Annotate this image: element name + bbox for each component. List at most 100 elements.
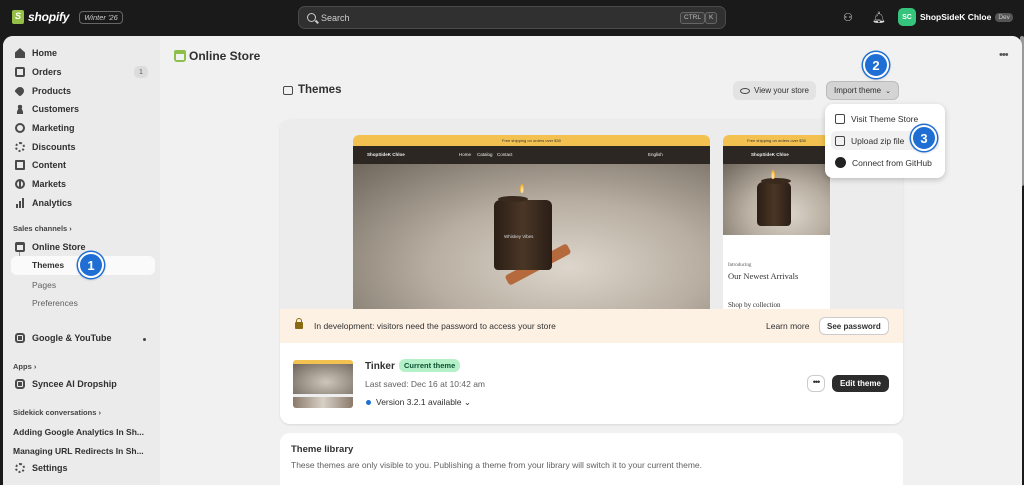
sidebar-subitem-pages[interactable]: Pages: [32, 280, 56, 290]
account-menu[interactable]: SC ShopSideK Chloe Dev: [898, 8, 1013, 26]
sidebar-item-google-youtube[interactable]: Google & YouTube: [15, 333, 112, 343]
view-store-label: View your store: [754, 86, 809, 95]
tag-icon: [14, 85, 26, 97]
step-marker-2: 2: [863, 52, 889, 78]
learn-more-link[interactable]: Learn more: [766, 321, 809, 331]
sidebar-item-label: Analytics: [32, 198, 73, 208]
account-name: ShopSideK Chloe: [920, 12, 992, 22]
person-icon: [15, 104, 25, 114]
shortcut-ctrl-key: CTRL: [680, 12, 705, 24]
sidebar-item-products[interactable]: Products: [14, 85, 71, 97]
shopify-logo[interactable]: shopify Winter '26: [12, 10, 123, 24]
sidekick-icon[interactable]: ⚇: [843, 11, 853, 24]
chart-icon: [15, 198, 25, 208]
theme-actions-button[interactable]: •••: [807, 375, 825, 392]
sidebar-item-label: Customers: [32, 104, 80, 114]
candle-flame: [520, 184, 524, 193]
theme-name: Tinker: [365, 361, 395, 372]
site-nav-link: Catalog: [477, 152, 493, 157]
shortcut-k-key: K: [705, 12, 718, 24]
section-heading-text: Sidekick conversations: [13, 408, 97, 417]
sidebar-item-online-store[interactable]: Online Store: [15, 242, 86, 252]
lock-icon: [295, 318, 303, 329]
sidebar-subitem-label: Themes: [32, 260, 65, 270]
hero-image: [723, 164, 830, 235]
sidebar-item-orders[interactable]: Orders: [15, 67, 62, 77]
sidebar-item-label: Markets: [32, 179, 67, 189]
shopify-bag-icon: [12, 10, 24, 24]
target-icon: [15, 123, 25, 133]
current-theme-card: Free shipping on orders over $30 ShopSid…: [280, 119, 903, 424]
sidekick-heading[interactable]: Sidekick conversations ›: [13, 408, 101, 417]
import-theme-button[interactable]: Import theme ⌄: [826, 81, 900, 100]
more-actions-icon[interactable]: •••: [999, 49, 1009, 61]
edit-theme-button[interactable]: Edit theme: [832, 375, 889, 392]
announcement-bar: Free shipping on orders over $30: [353, 135, 710, 146]
themes-icon: [283, 85, 293, 95]
main-content: Online Store ••• Themes View your store …: [160, 36, 1022, 485]
announcement-bar: Free shipping on orders over $30: [723, 135, 830, 146]
bell-icon[interactable]: 🔔︎: [872, 11, 886, 24]
desktop-preview: Free shipping on orders over $30 ShopSid…: [353, 135, 710, 311]
site-name: ShopSideK Chloe: [367, 152, 405, 157]
mobile-preview: Free shipping on orders over $30 ShopSid…: [723, 135, 830, 311]
sidebar-item-label: Google & YouTube: [32, 333, 112, 343]
search-icon: [307, 13, 316, 22]
sidebar-item-discounts[interactable]: Discounts: [15, 142, 76, 152]
sidebar-item-label: Online Store: [32, 242, 86, 252]
theme-preview[interactable]: Free shipping on orders over $30 ShopSid…: [280, 119, 903, 311]
edition-badge: Winter '26: [79, 10, 123, 24]
theme-library-description: These themes are only visible to you. Pu…: [291, 460, 703, 470]
gear-icon: [15, 463, 25, 473]
search-placeholder: Search: [321, 13, 350, 23]
see-password-button[interactable]: See password: [819, 317, 889, 335]
menu-item-label: Upload zip file: [851, 135, 905, 146]
view-store-button[interactable]: View your store: [733, 81, 816, 100]
sidebar-item-home[interactable]: Home: [15, 48, 57, 58]
menu-item-label: Connect from GitHub: [852, 157, 932, 168]
sidebar-subitem-preferences[interactable]: Preferences: [32, 298, 78, 308]
site-name: ShopSideK Chloe: [751, 152, 789, 157]
sidebar-item-analytics[interactable]: Analytics: [15, 198, 72, 208]
apps-heading[interactable]: Apps ›: [13, 362, 36, 371]
orders-icon: [15, 67, 25, 77]
sales-channels-heading[interactable]: Sales channels ›: [13, 224, 72, 233]
sidebar-item-label: Syncee AI Dropship: [32, 379, 117, 389]
github-icon: [835, 157, 846, 168]
top-bar: shopify Winter '26 Search CTRL K ⚇ 🔔︎ SC…: [0, 0, 1024, 36]
sidebar-item-content[interactable]: Content: [15, 160, 66, 170]
orders-count-badge: 1: [134, 66, 148, 78]
conversation-item[interactable]: Adding Google Analytics In Sh...: [13, 427, 144, 437]
candle-jar: Whiskey Vibes: [494, 196, 552, 270]
sidebar-item-label: Marketing: [32, 123, 75, 133]
page-title-text: Online Store: [189, 49, 261, 63]
dev-store-banner: In development: visitors need the passwo…: [280, 309, 903, 343]
import-theme-label: Import theme: [834, 86, 882, 95]
eye-icon: [740, 87, 750, 94]
theme-thumbnail: [293, 360, 353, 408]
dev-banner-text: In development: visitors need the passwo…: [314, 321, 556, 331]
locale-selector: English: [648, 152, 663, 157]
update-dot-icon: [366, 400, 371, 405]
globe-icon: [15, 179, 25, 189]
menu-item-connect-github[interactable]: Connect from GitHub: [831, 153, 939, 172]
document-icon: [15, 160, 25, 170]
site-nav-link: Contact: [497, 152, 513, 157]
version-available-link[interactable]: Version 3.2.1 available ⌄: [376, 397, 471, 408]
online-store-icon: [174, 50, 186, 62]
sidebar-item-marketing[interactable]: Marketing: [15, 123, 75, 133]
mobile-kicker: Introducing: [728, 263, 752, 268]
site-nav-link: Home: [459, 152, 472, 157]
conversation-item[interactable]: Managing URL Redirects In Sh...: [13, 446, 144, 456]
status-dot: [143, 338, 146, 341]
sidebar-item-customers[interactable]: Customers: [15, 104, 79, 114]
chevron-down-icon: ⌄: [463, 397, 472, 407]
sidebar-item-markets[interactable]: Markets: [15, 179, 66, 189]
sidebar-item-syncee[interactable]: Syncee AI Dropship: [15, 379, 117, 389]
hero-image: Whiskey Vibes: [353, 164, 710, 311]
google-icon: [15, 333, 25, 343]
version-text: Version 3.2.1 available: [376, 397, 462, 407]
search-input[interactable]: Search CTRL K: [298, 6, 726, 29]
sidebar-item-label: Orders: [32, 67, 62, 77]
sidebar-item-settings[interactable]: Settings: [15, 463, 68, 473]
